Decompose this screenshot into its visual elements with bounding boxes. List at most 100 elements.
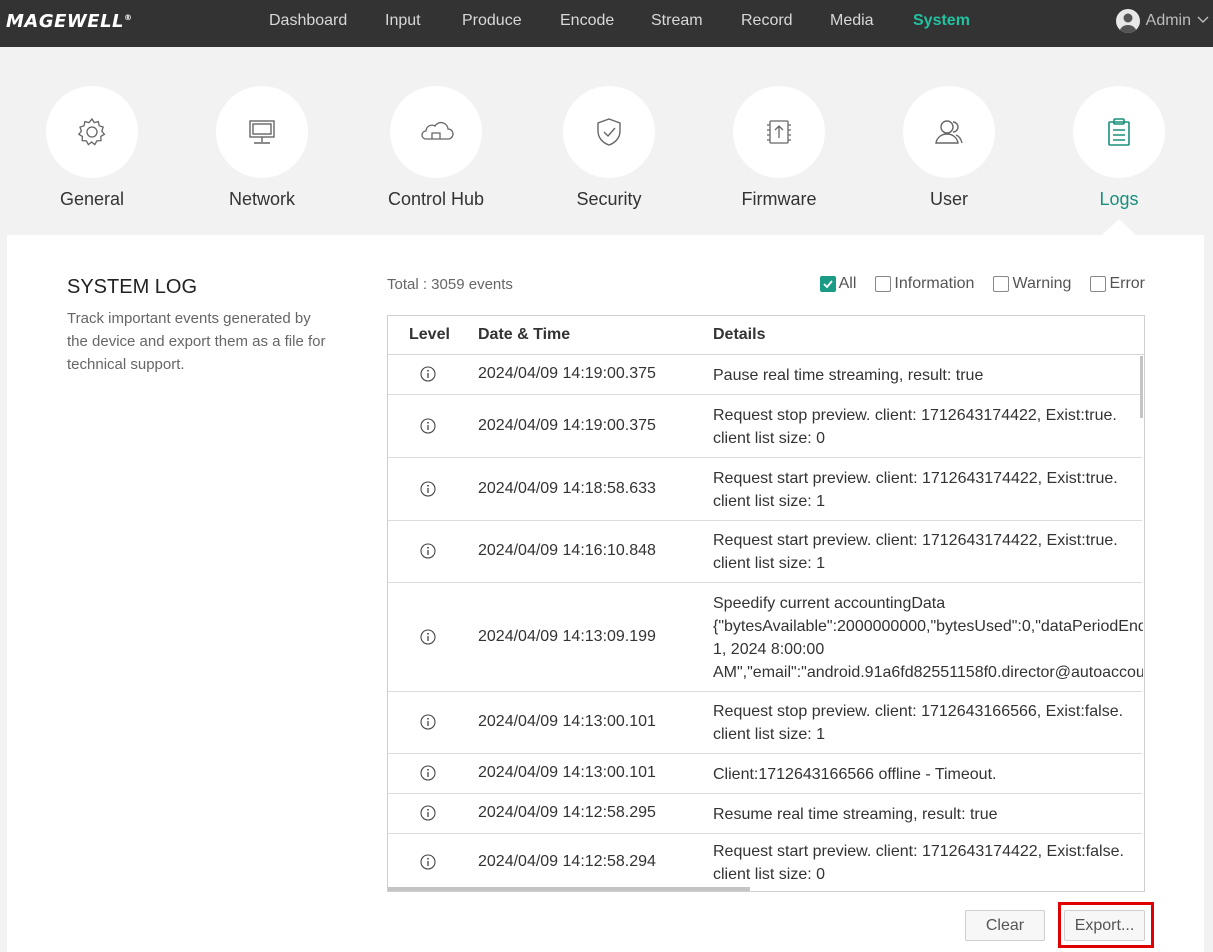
category-network-circle: [216, 86, 308, 178]
chevron-down-icon: [1197, 12, 1209, 30]
horizontal-scrollbar[interactable]: [388, 887, 750, 891]
info-icon: [420, 714, 436, 730]
clipboard-icon: [1108, 118, 1130, 146]
row-details-line: client list size: 1: [713, 493, 826, 510]
checkbox-information[interactable]: [875, 276, 892, 292]
row-details: Client:1712643166566 offline - Timeout.: [713, 763, 1143, 786]
row-details: Request start preview. client: 171264317…: [713, 467, 1143, 513]
category-logs-label: Logs: [1099, 189, 1139, 209]
row-details: Request start preview. client: 171264317…: [713, 840, 1143, 886]
gear-icon: [77, 117, 106, 146]
filter-error[interactable]: Error: [1090, 275, 1145, 293]
table-row[interactable]: 2024/04/09 14:12:58.294 Request start pre…: [388, 834, 1143, 891]
category-general-label: General: [59, 189, 125, 209]
row-datetime: 2024/04/09 14:19:00.375: [478, 417, 656, 434]
checkbox-warning[interactable]: [993, 276, 1010, 292]
row-details-line: client list size: 0: [713, 430, 826, 447]
category-logs[interactable]: Logs: [1049, 86, 1189, 210]
nav-dashboard[interactable]: Dashboard: [269, 12, 347, 30]
row-datetime: 2024/04/09 14:13:00.101: [478, 713, 656, 730]
logo-text: MAGEWELL: [6, 11, 125, 32]
row-datetime: 2024/04/09 14:18:58.633: [478, 480, 656, 497]
active-category-pointer: [1102, 219, 1136, 235]
nav-stream[interactable]: Stream: [651, 12, 703, 30]
row-details: Request stop preview. client: 1712643174…: [713, 404, 1143, 450]
category-logs-circle: [1073, 86, 1165, 178]
nav-media[interactable]: Media: [830, 12, 874, 30]
nav-record[interactable]: Record: [741, 12, 793, 30]
row-details-line: Pause real time streaming, result: true: [713, 367, 984, 384]
filter-warning-label: Warning: [1012, 275, 1072, 292]
row-datetime: 2024/04/09 14:13:09.199: [478, 628, 656, 645]
table-row[interactable]: 2024/04/09 14:19:00.375 Request stop prev…: [388, 395, 1142, 458]
checkmark-icon: [822, 280, 833, 289]
category-firmware-label: Firmware: [741, 189, 817, 209]
table-row[interactable]: 2024/04/09 14:13:00.101 Client:1712643166…: [388, 754, 1142, 794]
nav-produce[interactable]: Produce: [462, 12, 522, 30]
checkbox-all[interactable]: [819, 276, 836, 292]
column-details: Details: [713, 326, 766, 343]
row-details-line: client list size: 0: [713, 866, 826, 883]
category-security[interactable]: Security: [539, 86, 679, 210]
row-details-line: client list size: 1: [713, 555, 826, 572]
category-firmware[interactable]: Firmware: [709, 86, 849, 210]
row-details: Resume real time streaming, result: true: [713, 803, 1143, 826]
row-details-line: Request stop preview. client: 1712643166…: [713, 703, 1124, 720]
filter-information-label: Information: [894, 275, 975, 292]
category-general[interactable]: General: [22, 86, 162, 210]
row-datetime: 2024/04/09 14:12:58.294: [478, 853, 656, 870]
table-row[interactable]: 2024/04/09 14:13:00.101 Request stop prev…: [388, 692, 1142, 754]
chip-upload-icon: [767, 120, 791, 144]
info-icon: [420, 418, 436, 434]
category-user-circle: [903, 86, 995, 178]
shield-check-icon: [597, 118, 621, 146]
row-details-line: {"bytesAvailable":2000000000,"bytesUsed"…: [713, 618, 1143, 635]
category-user[interactable]: User: [879, 86, 1019, 210]
category-control-hub-circle: [390, 86, 482, 178]
info-icon: [420, 543, 436, 559]
row-details-line: Request start preview. client: 171264317…: [713, 532, 1118, 549]
filter-all-label: All: [838, 275, 857, 292]
nav-input[interactable]: Input: [385, 12, 421, 30]
category-control-hub[interactable]: Control Hub: [366, 86, 506, 210]
cloud-icon: [421, 121, 454, 140]
logo-registered-mark: ®: [124, 13, 133, 22]
filter-warning[interactable]: Warning: [993, 275, 1071, 293]
filter-information[interactable]: Information: [875, 275, 974, 293]
user-menu[interactable]: Admin: [1115, 9, 1209, 33]
log-table: Level Date & Time Details 2024/04/09 14:…: [387, 315, 1145, 892]
category-user-label: User: [929, 189, 968, 209]
nav-encode[interactable]: Encode: [560, 12, 614, 30]
category-general-circle: [46, 86, 138, 178]
category-security-circle: [563, 86, 655, 178]
category-network[interactable]: Network: [192, 86, 332, 210]
table-row[interactable]: 2024/04/09 14:16:10.848 Request start pre…: [388, 521, 1142, 583]
user-avatar-icon: [1115, 9, 1140, 33]
row-details: Pause real time streaming, result: true: [713, 364, 1143, 387]
info-icon: [420, 805, 436, 821]
category-security-label: Security: [576, 189, 642, 209]
table-row[interactable]: 2024/04/09 14:18:58.633 Request start pre…: [388, 458, 1142, 521]
vertical-scrollbar[interactable]: [1140, 356, 1143, 418]
info-icon: [420, 765, 436, 781]
magewell-logo[interactable]: MAGEWELL®: [6, 11, 133, 32]
table-row[interactable]: 2024/04/09 14:19:00.375 Pause real time s…: [388, 355, 1142, 395]
row-datetime: 2024/04/09 14:19:00.375: [478, 365, 656, 382]
filter-error-label: Error: [1109, 275, 1145, 292]
table-row[interactable]: 2024/04/09 14:12:58.295 Resume real time …: [388, 794, 1142, 834]
level-filters: All Information Warning Error: [819, 275, 1145, 293]
nav-system[interactable]: System: [913, 12, 970, 30]
column-datetime: Date & Time: [478, 326, 571, 343]
filter-all[interactable]: All: [819, 275, 857, 293]
row-details-line: Resume real time streaming, result: true: [713, 806, 998, 823]
checkbox-error[interactable]: [1090, 276, 1107, 292]
total-events: Total : 3059 events: [387, 276, 513, 293]
category-control-hub-label: Control Hub: [387, 189, 485, 209]
row-datetime: 2024/04/09 14:13:00.101: [478, 764, 656, 781]
users-icon: [935, 120, 963, 144]
row-details-line: Request start preview. client: 171264317…: [713, 843, 1124, 860]
row-details: Request stop preview. client: 1712643166…: [713, 700, 1143, 746]
table-row[interactable]: 2024/04/09 14:13:09.199 Speedify current …: [388, 583, 1143, 692]
clear-button[interactable]: Clear: [965, 910, 1045, 941]
info-icon: [420, 366, 436, 382]
